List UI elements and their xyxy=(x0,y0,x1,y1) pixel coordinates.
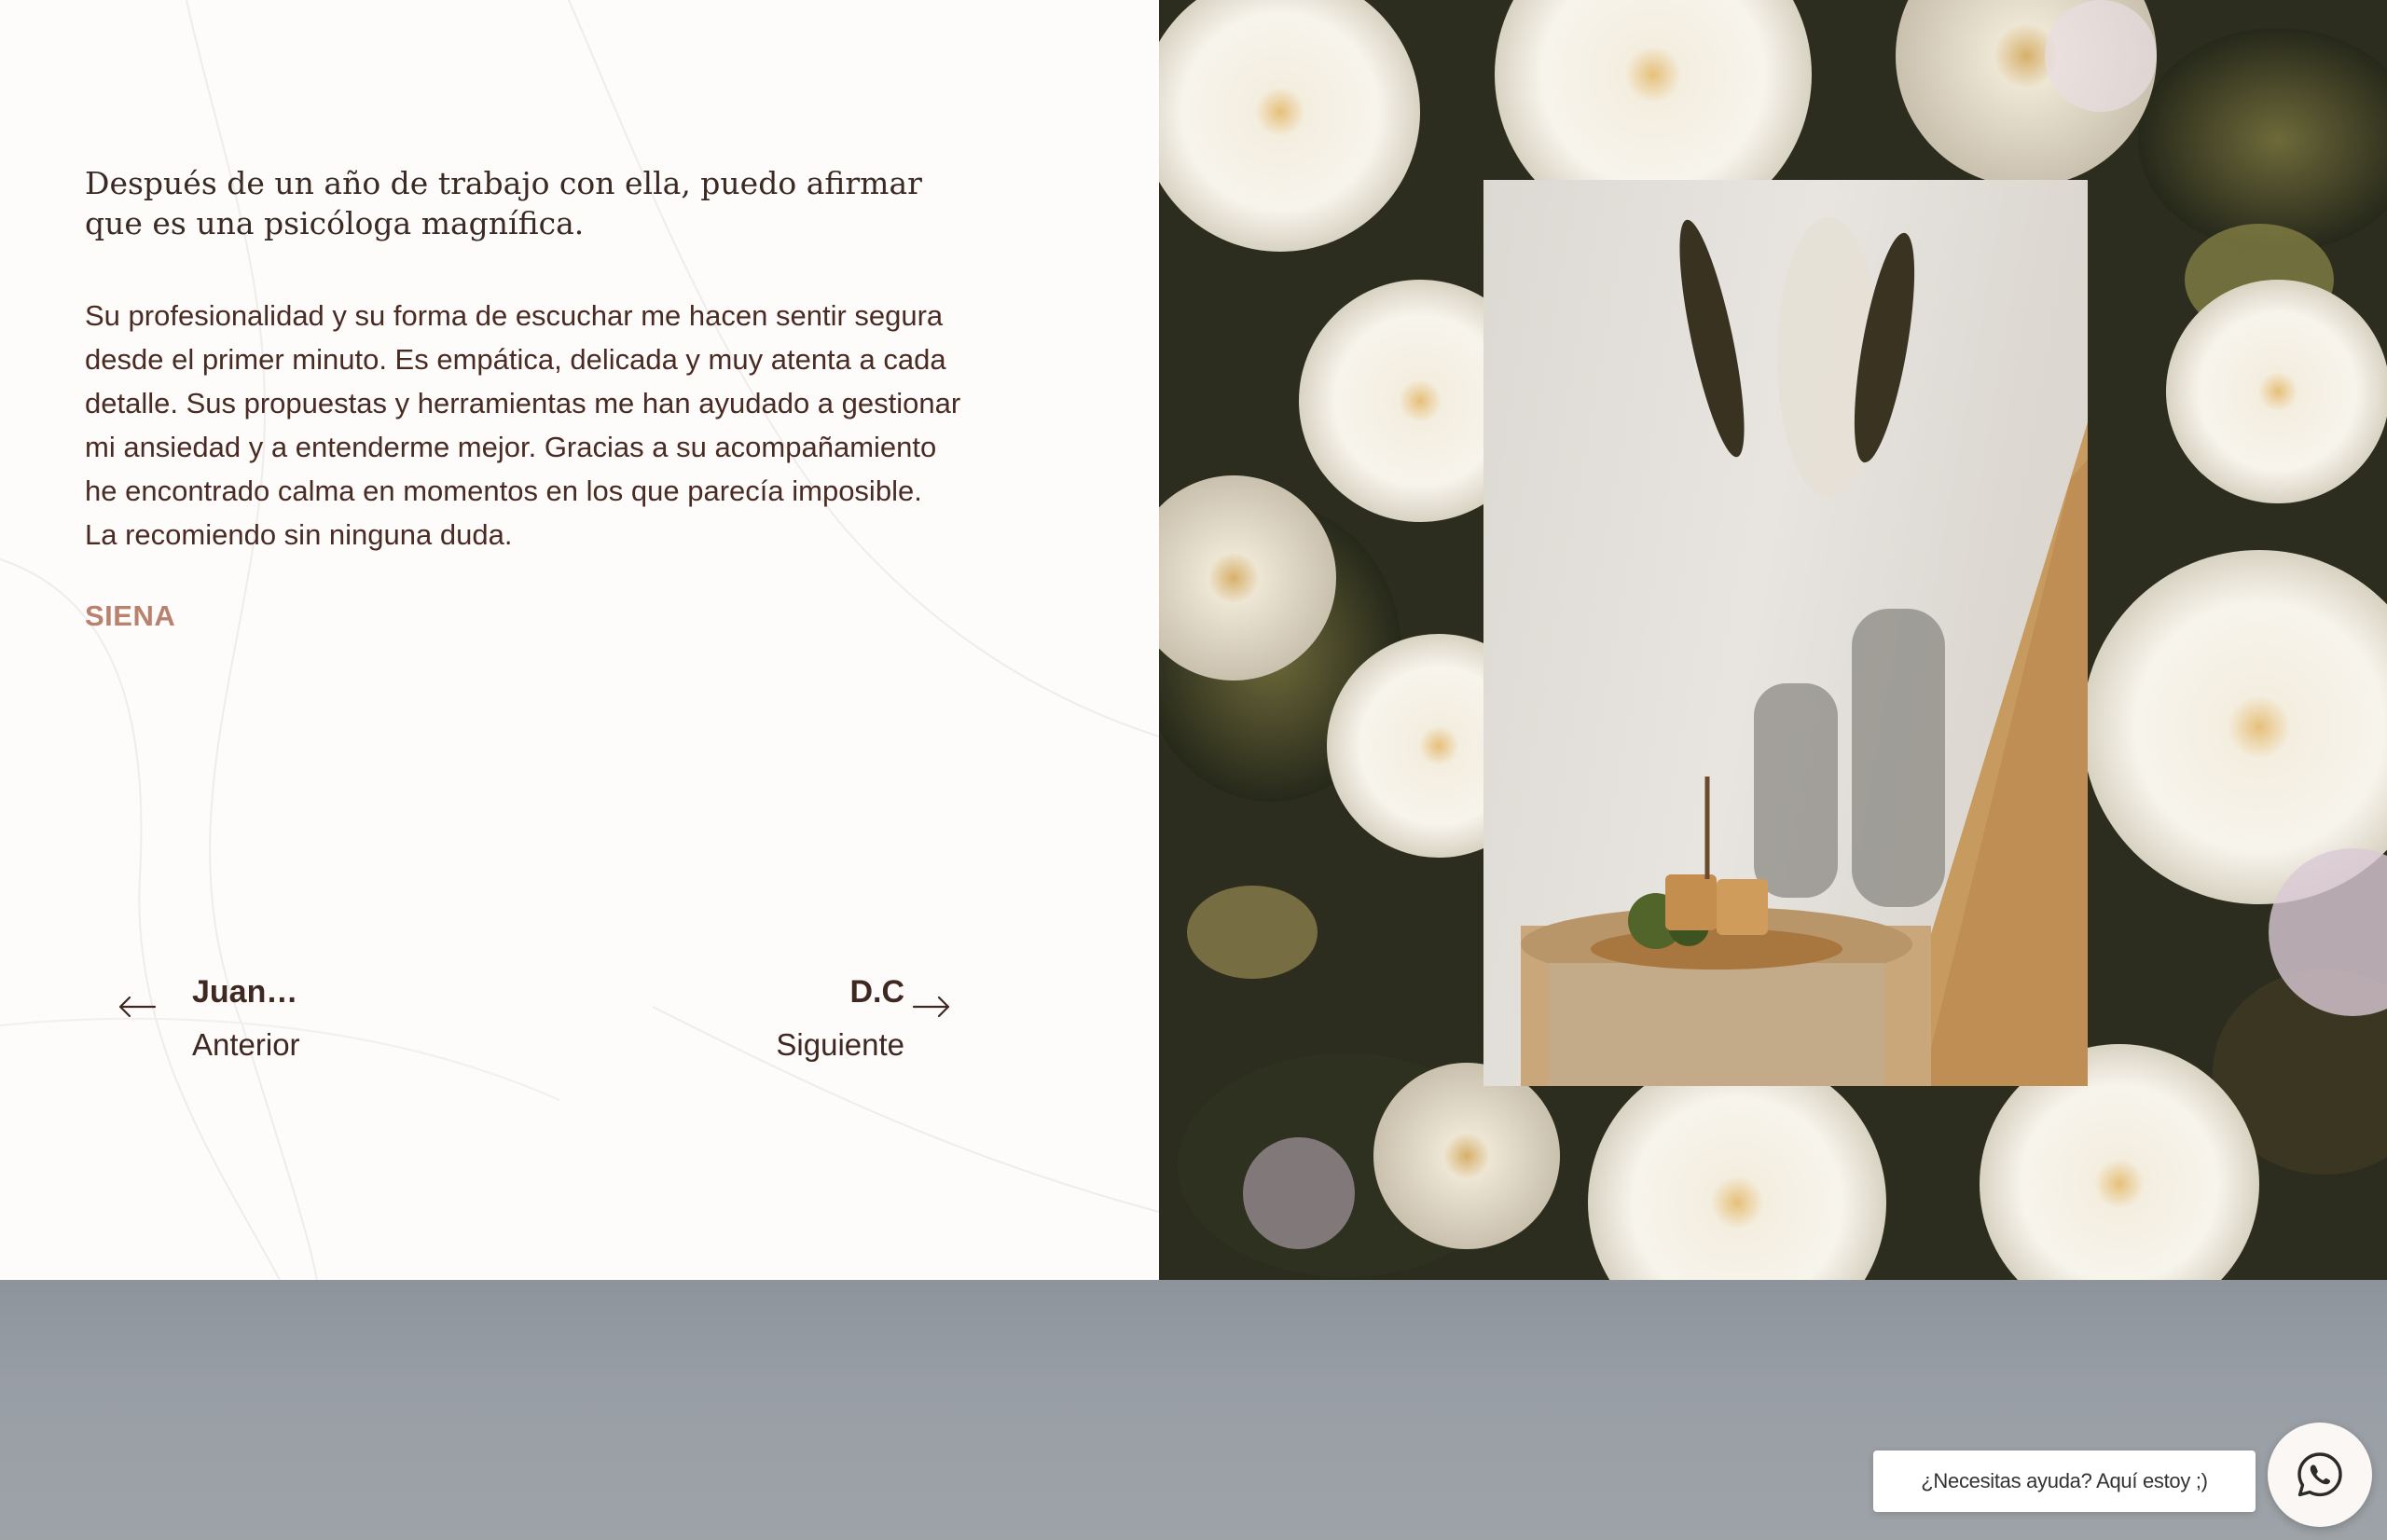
whatsapp-icon xyxy=(2297,1452,2342,1497)
whatsapp-button[interactable] xyxy=(2268,1423,2372,1527)
inner-interior-photo xyxy=(1483,180,2088,1086)
decor-illustration xyxy=(1521,217,2088,1086)
chat-help-message[interactable]: ¿Necesitas ayuda? Aquí estoy ;) xyxy=(1873,1451,2256,1512)
next-title: D.C xyxy=(849,974,904,1010)
next-label: Siguiente xyxy=(776,1027,904,1062)
testimonial-body: Su profesionalidad y su forma de escucha… xyxy=(85,299,961,551)
testimonial-lead: Después de un año de trabajo con ella, p… xyxy=(85,165,922,241)
testimonial-author: SIENA xyxy=(85,599,176,632)
arrow-left-icon xyxy=(118,996,157,1018)
testimonial-panel: Después de un año de trabajo con ella, p… xyxy=(0,0,1159,1280)
flowers-photo xyxy=(1159,0,2387,1280)
previous-label: Anterior xyxy=(192,1027,300,1062)
previous-title: Juan… xyxy=(192,974,298,1010)
next-testimonial-link[interactable]: D.C Siguiente xyxy=(765,969,951,1072)
previous-testimonial-link[interactable]: Juan… Anterior xyxy=(117,969,360,1072)
arrow-right-icon xyxy=(912,996,950,1018)
